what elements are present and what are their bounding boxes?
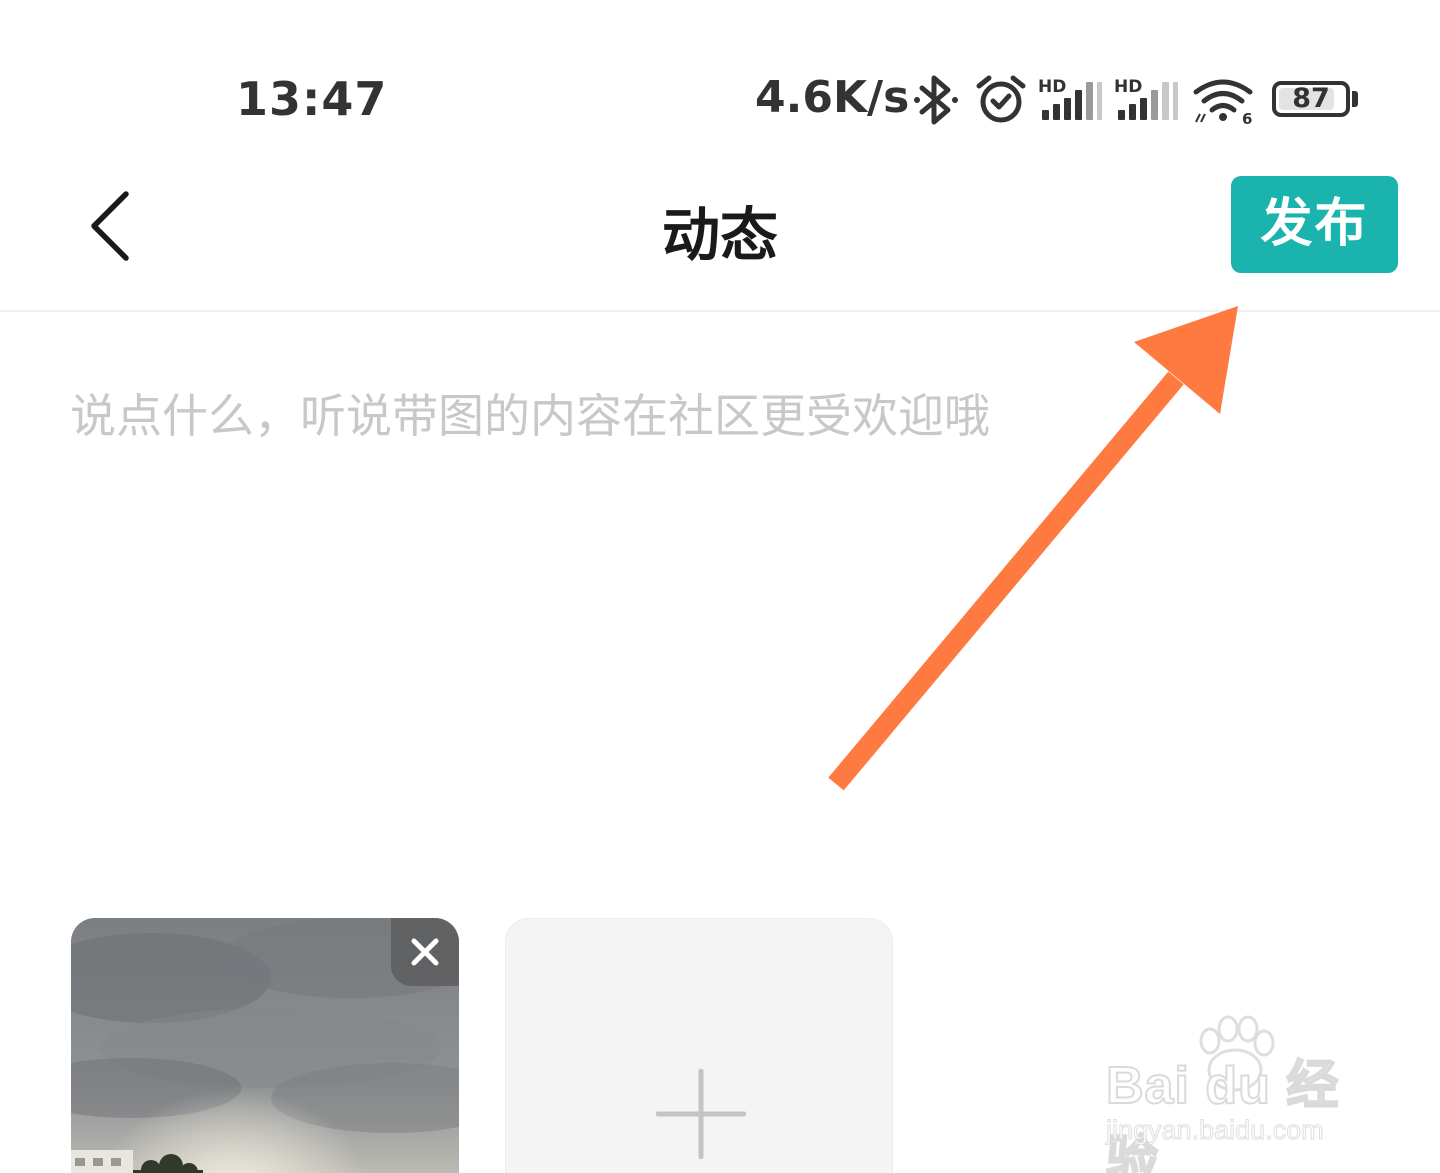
network-speed: 4.6K/s [755,72,910,123]
publish-button[interactable]: 发布 [1231,176,1398,273]
watermark-brand: Bai du 经验 [1105,1056,1340,1173]
bluetooth-icon [914,75,958,125]
wifi-6-icon: 6 [1193,79,1253,126]
baidu-jingyan-watermark: Bai du 经验 jingyan.baidu.com [1100,1015,1370,1173]
signal-hd-icon: HD [1114,77,1178,120]
svg-text:6: 6 [1242,110,1252,126]
app-screen: 13:47 4.6K/s HD HD 6 87 动态 发布 说点什么，听说带图的… [0,0,1440,1173]
post-content-input[interactable] [70,380,1370,820]
battery-tip [1352,91,1358,107]
battery-percent: 87 [1292,83,1330,114]
svg-text:HD: HD [1038,77,1066,97]
watermark-url: jingyan.baidu.com [1106,1115,1325,1146]
header-divider [0,310,1440,312]
photo-thumbnail[interactable] [71,918,459,1173]
close-icon [411,938,439,966]
remove-photo-button[interactable] [391,918,459,986]
status-time: 13:47 [236,72,388,126]
alarm-icon [976,75,1026,123]
plus-icon [656,1069,746,1159]
battery-icon: 87 [1272,81,1350,117]
signal-hd-icon: HD [1038,77,1102,120]
page-title: 动态 [661,201,778,269]
svg-text:HD: HD [1114,77,1142,97]
add-photo-button[interactable] [505,918,893,1173]
